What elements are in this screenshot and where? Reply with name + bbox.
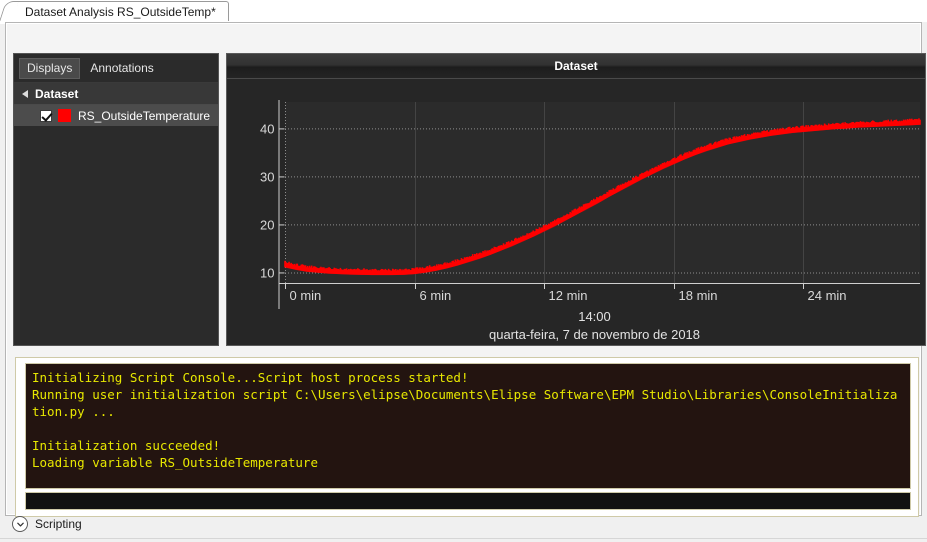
svg-text:20: 20 [260,217,274,232]
tab-annotations-label: Annotations [90,61,153,75]
svg-text:0 min: 0 min [290,288,322,303]
console-input[interactable] [25,492,911,510]
chevron-down-glyph [16,520,25,529]
svg-text:14:00: 14:00 [578,309,611,324]
tab-annotations[interactable]: Annotations [82,58,161,79]
tree-item-label: RS_OutsideTemperature [78,109,210,123]
tab-displays[interactable]: Displays [19,58,80,79]
tree-root-dataset[interactable]: Dataset [14,83,218,105]
application-window: Dataset Analysis RS_OutsideTemp* Display… [0,0,927,542]
document-tab-label: Dataset Analysis RS_OutsideTemp* [25,5,216,19]
triangle-expanded-icon[interactable] [22,90,28,98]
svg-text:30: 30 [260,169,274,184]
tree-root-label: Dataset [35,87,78,101]
list-item[interactable]: RS_OutsideTemperature [14,105,218,126]
tab-displays-label: Displays [27,61,72,75]
window-bottom-edge [0,538,927,542]
chart-plot-area[interactable]: 10 20 30 40 0 min 6 min 12 min 18 min 24 min 14:0… [227,80,925,346]
document-tabstrip: Dataset Analysis RS_OutsideTemp* [0,0,927,22]
script-console-container: Initializing Script Console...Script hos… [15,357,919,517]
displays-panel: Displays Annotations Dataset RS_OutsideT… [13,53,219,346]
svg-text:18 min: 18 min [679,288,718,303]
svg-text:12 min: 12 min [549,288,588,303]
color-swatch-icon[interactable] [58,109,71,122]
chart-panel: Dataset 10 20 30 40 0 min 6 min 12 min 18 min 24… [226,53,926,346]
checkbox-checked-icon[interactable] [40,110,52,122]
svg-text:quarta-feira, 7 de novembro de: quarta-feira, 7 de novembro de 2018 [489,327,700,342]
chart-panel-title: Dataset [227,54,925,79]
content-frame: Displays Annotations Dataset RS_OutsideT… [5,22,922,516]
svg-text:40: 40 [260,121,274,136]
chart-svg: 10 20 30 40 0 min 6 min 12 min 18 min 24 min 14:0… [227,80,925,346]
statusbar: Scripting [6,510,921,538]
panel-tab-bar: Displays Annotations [14,54,218,83]
script-console-output[interactable]: Initializing Script Console...Script hos… [25,363,911,489]
document-tab-dataset-analysis[interactable]: Dataset Analysis RS_OutsideTemp* [10,1,229,22]
svg-text:6 min: 6 min [420,288,452,303]
svg-text:24 min: 24 min [808,288,847,303]
chevron-down-circle-icon[interactable] [12,516,28,532]
svg-text:10: 10 [260,265,274,280]
chart-title-label: Dataset [554,59,597,73]
statusbar-label: Scripting [35,517,82,531]
console-text: Initializing Script Console...Script hos… [32,369,904,471]
